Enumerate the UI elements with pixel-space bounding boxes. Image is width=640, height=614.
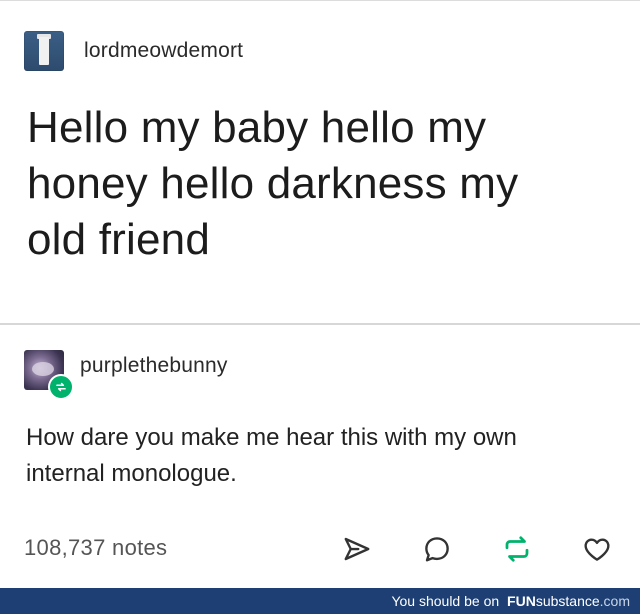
post-actions xyxy=(340,532,614,566)
watermark-tld: .com xyxy=(599,593,630,609)
watermark-prefix: You should be on xyxy=(391,593,500,609)
post-text-line: old friend xyxy=(27,215,211,264)
reblogger-username[interactable]: purplethebunny xyxy=(80,354,228,378)
like-icon[interactable] xyxy=(580,532,614,566)
reblog-comment-text: How dare you make me hear this with my o… xyxy=(26,420,616,492)
comment-text-line: How dare you make me hear this with my o… xyxy=(26,424,517,451)
reblog-divider xyxy=(0,323,640,325)
original-poster-username[interactable]: lordmeowdemort xyxy=(84,39,243,63)
reblogger-avatar[interactable] xyxy=(24,350,74,400)
notes-count[interactable]: 108,737 notes xyxy=(24,535,167,561)
watermark-brand-bold: FUN xyxy=(507,593,536,609)
post-text-line: Hello my baby hello my xyxy=(27,103,487,152)
comment-text-line: internal monologue. xyxy=(26,460,237,487)
comment-icon[interactable] xyxy=(420,532,454,566)
post-footer: 108,737 notes xyxy=(24,528,616,568)
post-text-line: honey hello darkness my xyxy=(27,159,519,208)
top-divider xyxy=(0,0,640,1)
reblog-icon[interactable] xyxy=(500,532,534,566)
original-post-text: Hello my baby hello my honey hello darkn… xyxy=(27,100,627,268)
share-icon[interactable] xyxy=(340,532,374,566)
original-post-header: lordmeowdemort xyxy=(24,30,243,72)
watermark-text[interactable]: You should be on FUNsubstance.com xyxy=(391,593,630,609)
watermark-brand-rest: substance xyxy=(535,593,600,609)
pillar-avatar-icon[interactable] xyxy=(24,31,64,71)
reblog-header: purplethebunny xyxy=(24,348,228,400)
reblog-badge-icon xyxy=(48,374,74,400)
watermark-bar: You should be on FUNsubstance.com xyxy=(0,588,640,614)
